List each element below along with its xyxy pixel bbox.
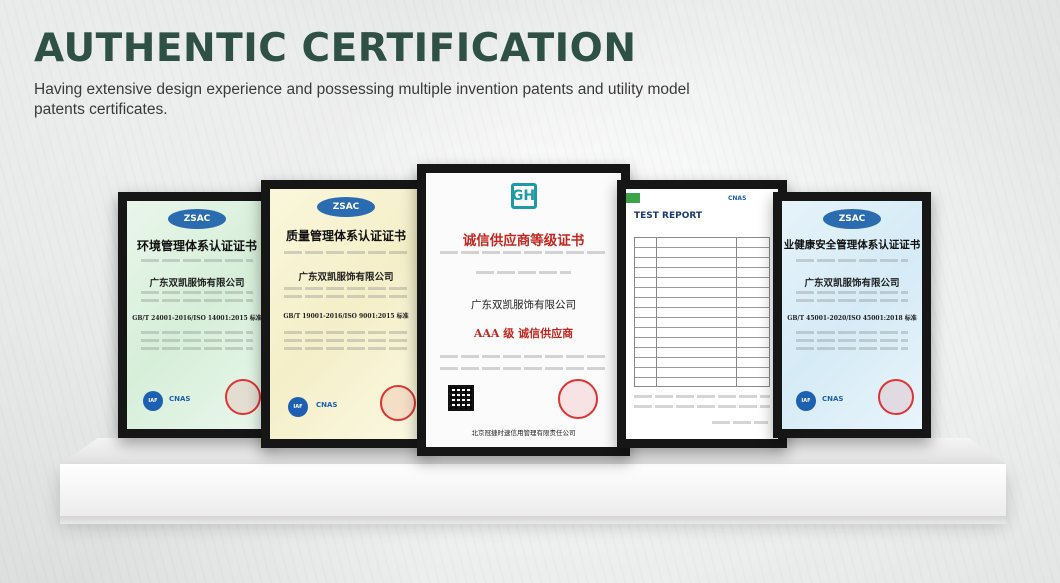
cnas-logo: CNAS xyxy=(316,401,338,409)
report-title: TEST REPORT xyxy=(634,211,703,221)
text-line xyxy=(284,295,408,298)
certificate-standard: GB/T 19001-2016/ISO 9001:2015 标准 xyxy=(283,313,409,320)
gh-logo: GH xyxy=(510,183,537,209)
certificate-company: 广东双凯服饰有限公司 xyxy=(804,278,900,289)
iaf-logo: IAF xyxy=(796,391,816,411)
iaf-logo: IAF xyxy=(143,391,163,411)
certificate-title: 业健康安全管理体系认证证书 xyxy=(783,239,921,251)
red-seal xyxy=(878,379,914,415)
text-line xyxy=(284,331,408,334)
certificate-title: 环境管理体系认证证书 xyxy=(136,239,257,253)
report-tag xyxy=(626,193,640,203)
certificate-frame-quality: ZSAC 质量管理体系认证证书 广东双凯服饰有限公司 GB/T 19001-20… xyxy=(261,180,431,448)
certificate-issuer: 北京冠捷时速信用管理有限责任公司 xyxy=(471,429,576,437)
zsac-logo: ZSAC xyxy=(168,209,226,229)
qr-code xyxy=(448,385,474,411)
certificate-frame-occupational-health: ZSAC 业健康安全管理体系认证证书 广东双凯服饰有限公司 GB/T 45001… xyxy=(773,192,931,438)
certificate-company: 广东双凯服饰有限公司 xyxy=(149,278,245,289)
certificate-occupational-health: ZSAC 业健康安全管理体系认证证书 广东双凯服饰有限公司 GB/T 45001… xyxy=(782,201,922,429)
text-line xyxy=(284,251,408,254)
text-line xyxy=(284,347,408,350)
certificate-frame-credit-supplier: GH 诚信供应商等级证书 广东双凯服饰有限公司 AAA 级 诚信供应商 北京冠捷… xyxy=(417,164,630,456)
page-title: AUTHENTIC CERTIFICATION xyxy=(34,26,637,71)
zsac-logo: ZSAC xyxy=(317,197,375,217)
certificate-frame-test-report: CNAS TEST REPORT xyxy=(617,180,787,448)
text-line xyxy=(440,251,607,254)
text-line xyxy=(440,367,607,370)
iaf-logo: IAF xyxy=(288,397,308,417)
text-line xyxy=(634,395,770,398)
cnas-logo: CNAS xyxy=(169,395,191,403)
certificate-quality: ZSAC 质量管理体系认证证书 广东双凯服饰有限公司 GB/T 19001-20… xyxy=(270,189,422,439)
text-line xyxy=(796,291,908,294)
text-line xyxy=(141,331,253,334)
certificate-frame-environmental: ZSAC 环境管理体系认证证书 广东双凯服饰有限公司 GB/T 24001-20… xyxy=(118,192,276,438)
zsac-logo: ZSAC xyxy=(823,209,881,229)
text-line xyxy=(141,347,253,350)
certificate-grade: AAA 级 诚信供应商 xyxy=(473,327,574,340)
text-line xyxy=(440,355,607,358)
certificate-company: 广东双凯服饰有限公司 xyxy=(471,299,576,311)
shelf-base xyxy=(60,516,1006,524)
text-line xyxy=(796,331,908,334)
page-subtitle: Having extensive design experience and p… xyxy=(34,81,690,118)
certificate-company: 广东双凯服饰有限公司 xyxy=(298,272,394,283)
certificate-title: 质量管理体系认证证书 xyxy=(285,229,406,243)
certificate-test-report: CNAS TEST REPORT xyxy=(626,189,778,439)
table-divider xyxy=(656,237,657,387)
text-line xyxy=(284,339,408,342)
red-seal xyxy=(558,379,598,419)
text-line xyxy=(796,347,908,350)
text-line xyxy=(141,259,253,262)
certificate-standard: GB/T 24001-2016/ISO 14001:2015 标准 xyxy=(132,315,262,322)
report-table xyxy=(634,237,770,387)
red-seal xyxy=(225,379,261,415)
text-line xyxy=(796,299,908,302)
red-seal xyxy=(380,385,416,421)
text-line xyxy=(796,339,908,342)
signature-line xyxy=(712,421,768,424)
text-line xyxy=(141,291,253,294)
text-line xyxy=(476,271,571,274)
certificate-environmental: ZSAC 环境管理体系认证证书 广东双凯服饰有限公司 GB/T 24001-20… xyxy=(127,201,267,429)
certificate-title: 诚信供应商等级证书 xyxy=(462,233,585,249)
text-line xyxy=(141,339,253,342)
text-line xyxy=(141,299,253,302)
text-line xyxy=(796,259,908,262)
shelf-front xyxy=(60,464,1006,516)
text-line xyxy=(634,405,770,408)
table-divider xyxy=(736,237,737,387)
certificate-standard: GB/T 45001-2020/ISO 45001:2018 标准 xyxy=(787,315,917,322)
cnas-logo: CNAS xyxy=(728,195,747,202)
cnas-logo: CNAS xyxy=(822,395,844,403)
text-line xyxy=(284,287,408,290)
certificate-credit-supplier: GH 诚信供应商等级证书 广东双凯服饰有限公司 AAA 级 诚信供应商 北京冠捷… xyxy=(426,173,621,447)
